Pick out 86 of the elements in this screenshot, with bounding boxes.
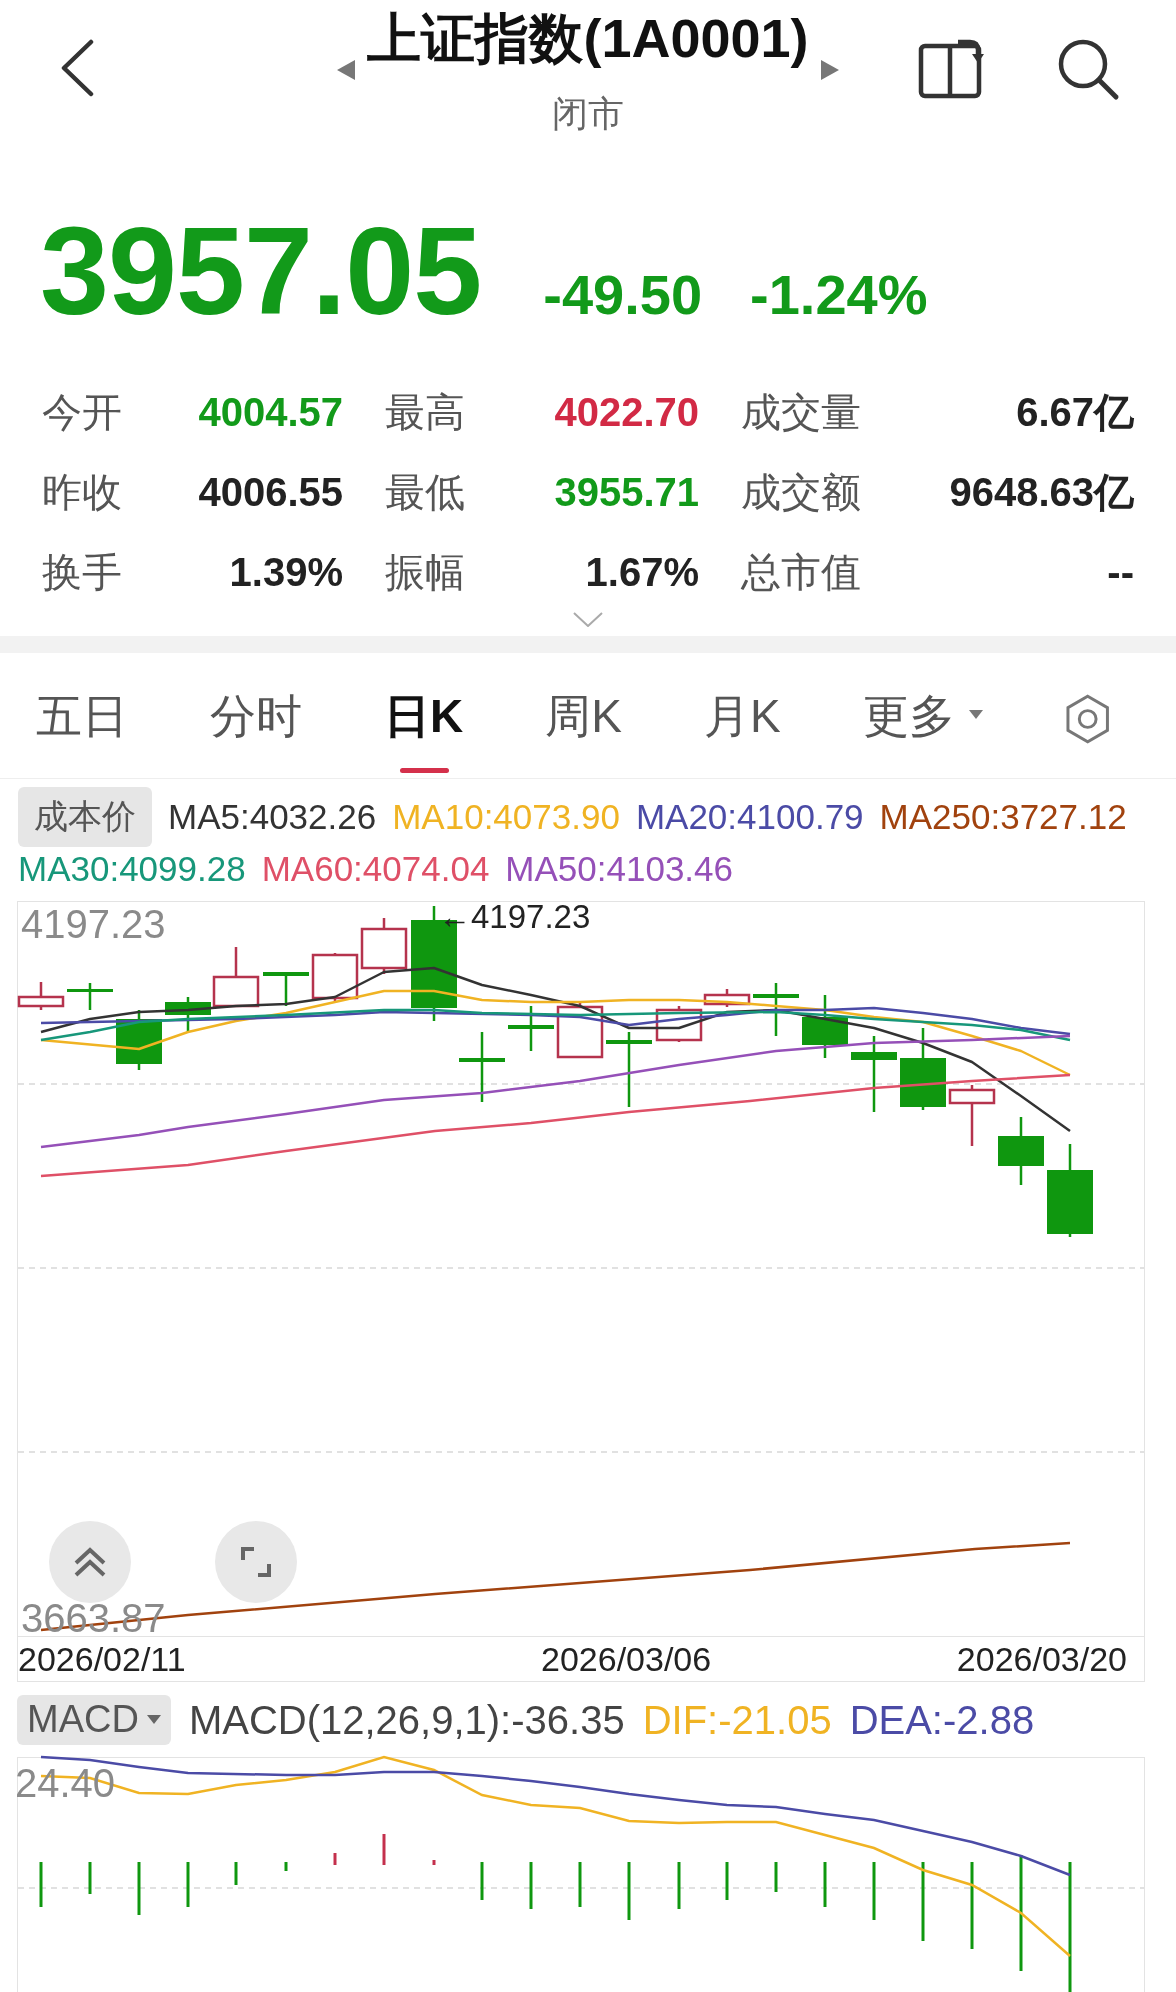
histogram-bar	[39, 1862, 43, 1907]
triangle-right-icon[interactable]	[820, 60, 839, 80]
macd-value: DEA:-2.88	[849, 1697, 1035, 1742]
histogram-bar	[88, 1862, 92, 1894]
percent-change: -1.24%	[750, 262, 928, 327]
moving-average-value: MA50:4103.46	[505, 848, 733, 890]
histogram-bar	[432, 1860, 436, 1865]
stat-value: 3955.71	[554, 469, 699, 515]
histogram-bar	[137, 1862, 141, 1915]
candle	[948, 1085, 996, 1146]
axis-max-label: 4197.23	[21, 902, 166, 946]
caret-icon	[146, 1714, 161, 1725]
histogram-bar	[578, 1862, 582, 1907]
candle	[311, 953, 359, 1002]
stat-value: 4006.55	[198, 469, 343, 515]
candle	[459, 1032, 505, 1102]
candle	[17, 982, 65, 1010]
candle	[360, 918, 408, 974]
histogram-bar	[627, 1862, 631, 1920]
macd-value: MACD(12,26,9,1):-36.35	[188, 1697, 625, 1742]
indicator-dropdown[interactable]: MACD	[17, 1694, 171, 1745]
stat-value: 4004.57	[198, 389, 343, 435]
stock-title: 上证指数(1A0001)	[367, 8, 809, 68]
high-price-marker: ←4197.23	[438, 899, 591, 935]
stat-value: 1.67%	[585, 549, 699, 595]
stat-value: --	[1107, 549, 1134, 595]
period-tab[interactable]: 分时	[210, 680, 302, 776]
price-change: -49.50	[543, 262, 703, 327]
histogram-bar	[284, 1862, 288, 1871]
histogram-bar	[677, 1862, 681, 1909]
stat-label: 昨收	[42, 468, 122, 516]
hexagon-settings-icon[interactable]	[1064, 694, 1110, 744]
histogram-bar	[774, 1862, 778, 1892]
stat-label: 振幅	[385, 548, 465, 596]
split-screen-icon[interactable]	[918, 37, 984, 99]
moving-average-value: MA250:3727.12	[879, 796, 1127, 838]
histogram-bar	[725, 1862, 729, 1900]
stat-label: 最高	[385, 388, 465, 436]
histogram-bar	[382, 1834, 386, 1865]
index-price: 3957.05	[40, 206, 482, 336]
period-tab[interactable]: 日K	[384, 680, 464, 776]
date-label: 2026/03/20	[956, 1639, 1127, 1679]
stat-label: 总市值	[741, 548, 861, 596]
period-tab[interactable]: 更多	[862, 680, 983, 776]
stat-label: 最低	[385, 468, 465, 516]
moving-average-value: MA20:4100.79	[635, 796, 864, 838]
search-icon[interactable]	[1056, 37, 1120, 101]
histogram-bar	[872, 1862, 876, 1920]
moving-average-value: MA30:4099.28	[18, 848, 246, 890]
stat-label: 今开	[42, 388, 122, 436]
histogram-bar	[480, 1862, 484, 1900]
market-status: 闭市	[552, 92, 624, 136]
caret-icon	[968, 710, 983, 720]
candle	[508, 1006, 554, 1051]
period-tab[interactable]: 月K	[703, 680, 781, 776]
back-button[interactable]	[59, 39, 95, 97]
period-tab[interactable]: 周K	[545, 680, 622, 776]
corners-icon	[241, 1547, 271, 1577]
stat-value: 4022.70	[554, 389, 699, 435]
macd-value: DIF:-21.05	[642, 1697, 832, 1742]
cost-price-button[interactable]: 成本价	[18, 787, 152, 847]
stat-value: 1.39%	[229, 549, 343, 595]
candle	[998, 1117, 1044, 1185]
candle	[67, 983, 113, 1010]
period-tab[interactable]: 五日	[36, 680, 128, 776]
stat-value: 6.67亿	[1016, 388, 1134, 436]
stat-label: 成交量	[741, 388, 861, 436]
stat-value: 9648.63亿	[949, 468, 1134, 516]
histogram-bar	[333, 1853, 337, 1865]
stat-label: 换手	[42, 548, 122, 596]
histogram-bar	[823, 1862, 827, 1907]
moving-average-value: MA5:4032.26	[168, 796, 377, 838]
moving-average-value: MA10:4073.90	[392, 796, 620, 838]
histogram-bar	[234, 1862, 238, 1885]
triangle-left-icon[interactable]	[337, 60, 356, 80]
date-label: 2026/02/11	[18, 1639, 187, 1679]
date-label: 2026/03/06	[541, 1639, 713, 1679]
stat-label: 成交额	[741, 468, 861, 516]
candle	[263, 972, 309, 1006]
candle	[753, 983, 799, 1036]
histogram-bar	[529, 1862, 533, 1909]
histogram-bar	[186, 1862, 190, 1907]
candle	[802, 995, 848, 1058]
moving-average-value: MA60:4074.04	[261, 848, 490, 890]
chevron-left-icon	[59, 39, 95, 97]
double-chevron-up-icon	[73, 1546, 107, 1578]
